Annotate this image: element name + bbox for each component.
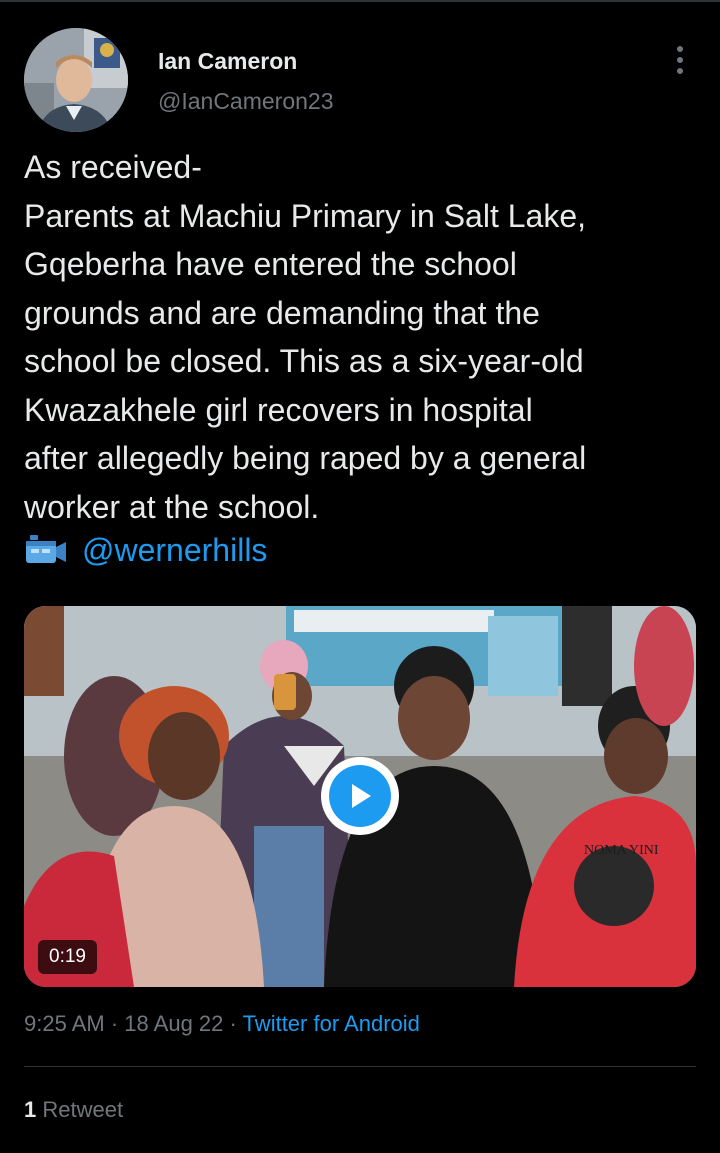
shirt-print: NOMA YINI xyxy=(584,843,659,858)
tweet-source-link[interactable]: Twitter for Android xyxy=(243,1011,420,1036)
author-handle[interactable]: @IanCameron23 xyxy=(158,88,334,115)
author-name[interactable]: Ian Cameron xyxy=(158,48,297,75)
more-options-icon[interactable] xyxy=(668,44,692,76)
more-dot xyxy=(677,46,683,52)
tweet-time[interactable]: 9:25 AM xyxy=(24,1011,105,1036)
play-icon xyxy=(329,765,391,827)
tweet-text: As received- Parents at Machiu Primary i… xyxy=(24,149,587,525)
tweet-date[interactable]: 18 Aug 22 xyxy=(124,1011,223,1036)
author-avatar[interactable] xyxy=(24,28,128,132)
retweet-count: 1 xyxy=(24,1097,37,1122)
credit-line: @wernerhills xyxy=(24,526,267,574)
tweet-meta: 9:25 AM · 18 Aug 22 · Twitter for Androi… xyxy=(24,1011,420,1037)
avatar-photo xyxy=(24,28,128,132)
retweet-label: Retweet xyxy=(42,1097,124,1122)
play-button[interactable] xyxy=(321,757,399,835)
video-camera-icon xyxy=(26,535,66,563)
meta-separator: · xyxy=(110,1011,119,1036)
retweet-stat[interactable]: 1 Retweet xyxy=(24,1097,123,1123)
video-duration-badge: 0:19 xyxy=(38,940,97,974)
credit-mention-link[interactable]: @wernerhills xyxy=(82,532,267,569)
stats-divider xyxy=(24,1066,696,1067)
top-divider xyxy=(0,0,720,2)
more-dot xyxy=(677,57,683,63)
meta-separator: · xyxy=(229,1011,237,1036)
play-triangle xyxy=(352,784,371,808)
more-dot xyxy=(677,68,683,74)
